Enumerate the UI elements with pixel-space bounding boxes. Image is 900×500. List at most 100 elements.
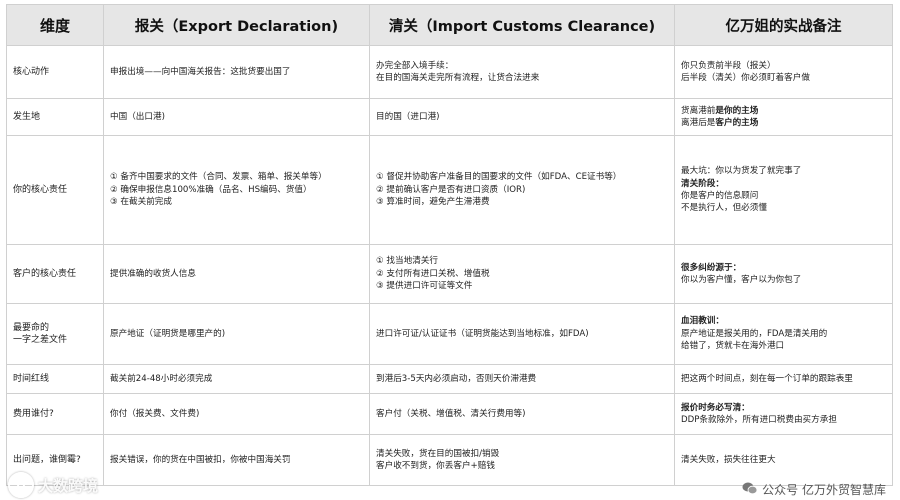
- notes-cell: 最大坑：你以为货发了就完事了 清关阶段： 你是客户的信息顾问 不是执行人，但必须懂: [674, 135, 893, 245]
- import-cell: 进口许可证/认证证书（证明货能达到当地标准，如FDA): [369, 303, 675, 365]
- notes-line: 原产地证是报关用的，FDA是清关用的: [681, 328, 886, 340]
- notes-line: 你是客户的信息顾问: [681, 190, 886, 202]
- export-cell: 提供准确的收货人信息: [103, 244, 370, 304]
- row-label: 客户的核心责任: [6, 244, 104, 304]
- notes-line: 清关阶段：: [681, 178, 886, 190]
- row-label: 最要命的一字之差文件: [6, 303, 104, 365]
- notes-cell: 血泪教训： 原产地证是报关用的，FDA是清关用的 给错了，货就卡在海外港口: [674, 303, 893, 365]
- table-row: 核心动作 申报出境——向中国海关报告：这批货要出国了 办完全部入境手续： 在目的国海关…: [6, 45, 893, 99]
- row-label: 费用谁付?: [6, 393, 104, 435]
- notes-text: 清关失败，损失往往更大: [681, 454, 776, 465]
- row-label: 发生地: [6, 98, 104, 136]
- notes-line: 给错了，货就卡在海外港口: [681, 340, 886, 352]
- header-import: 清关（Import Customs Clearance): [369, 4, 675, 46]
- export-cell: 你付（报关费、文件费): [103, 393, 370, 435]
- notes-text: 离港后是: [681, 118, 716, 128]
- table-row: 时间红线 截关前24-48小时必须完成 到港后3-5天内必须启动，否则天价滞港费 把这…: [6, 364, 893, 394]
- notes-line: 血泪教训：: [681, 315, 886, 327]
- table-row: 最要命的 一字之差文件 原产地证（证明货是哪里产的) 进口许可证/认证证书（证明货能达…: [6, 303, 893, 365]
- row-label-line: 最要命的: [13, 322, 50, 333]
- import-line: ① 找当地清关行: [376, 256, 438, 267]
- import-line: 到港后3-5天内必须启动，否则天价滞港费: [376, 373, 537, 384]
- notes-line: 把这两个时间点，刻在每一个订单的跟踪表里: [681, 373, 886, 385]
- notes-text: 血泪教训：: [681, 316, 724, 327]
- notes-cell: 把这两个时间点，刻在每一个订单的跟踪表里: [674, 364, 893, 394]
- notes-text: 不是执行人，但必须懂: [681, 203, 767, 214]
- watermark-left-text: 大数跨境: [38, 476, 99, 495]
- import-line: 目的国（进口港): [376, 111, 440, 122]
- notes-cell: 很多纠纷源于： 你以为客户懂，客户以为你包了: [674, 244, 893, 304]
- notes-text: 报价时务必写清：: [681, 402, 750, 413]
- import-line: ② 支付所有进口关税、增值税: [376, 268, 490, 279]
- notes-line: 很多纠纷源于：: [681, 262, 886, 274]
- notes-line: 货离港前是你的主场: [681, 105, 886, 117]
- import-cell: ① 督促并协助客户准备目的国要求的文件（如FDA、CE证书等） ② 提前确认客户是…: [369, 135, 675, 245]
- table-row: 出问题，谁倒霉? 报关错误，你的货在中国被扣，你被中国海关罚 清关失败，货在目的国被…: [6, 434, 893, 486]
- row-label-line: 一字之差文件: [13, 335, 68, 345]
- import-cell: 目的国（进口港): [369, 98, 675, 136]
- notes-text: 后半段（清关）你必须盯着客户做: [681, 73, 810, 83]
- watermark-left: 大数跨境: [8, 472, 98, 498]
- notes-text: 你以为客户懂，客户以为你包了: [681, 275, 802, 285]
- export-cell: 原产地证（证明货是哪里产的): [103, 303, 370, 365]
- export-line: ③ 在截关前完成: [110, 197, 172, 208]
- import-cell: 客户付（关税、增值税、清关行费用等): [369, 393, 675, 435]
- comparison-table: 维度 报关（Export Declaration) 清关（Import Cust…: [6, 4, 893, 486]
- import-line: 客户收不到货，你丢客户+赔钱: [376, 461, 495, 471]
- import-line: 清关失败，货在目的国被扣/销毁: [376, 448, 500, 459]
- export-line: 报关错误，你的货在中国被扣，你被中国海关罚: [110, 454, 291, 465]
- import-line: ① 督促并协助客户准备目的国要求的文件（如FDA、CE证书等）: [376, 172, 622, 183]
- brand-circle-icon: [8, 472, 34, 498]
- export-cell: 截关前24-48小时必须完成: [103, 364, 370, 394]
- wechat-icon: [742, 482, 758, 498]
- import-cell: 清关失败，货在目的国被扣/销毁 客户收不到货，你丢客户+赔钱: [369, 434, 675, 486]
- notes-text: 你是客户的信息顾问: [681, 191, 759, 201]
- notes-line: 最大坑：你以为货发了就完事了: [681, 165, 886, 177]
- import-line: ② 提前确认客户是否有进口资质（IOR): [376, 184, 526, 195]
- notes-line: 你以为客户懂，客户以为你包了: [681, 274, 886, 286]
- notes-cell: 清关失败，损失往往更大: [674, 434, 893, 486]
- export-cell: 中国（出口港): [103, 98, 370, 136]
- row-label: 核心动作: [6, 45, 104, 99]
- export-cell: 报关错误，你的货在中国被扣，你被中国海关罚: [103, 434, 370, 486]
- notes-cell: 报价时务必写清： DDP条款除外，所有进口税费由买方承担: [674, 393, 893, 435]
- export-line: 申报出境——向中国海关报告：这批货要出国了: [110, 66, 291, 77]
- table-row: 费用谁付? 你付（报关费、文件费) 客户付（关税、增值税、清关行费用等) 报价时务必写…: [6, 393, 893, 435]
- row-label: 你的核心责任: [6, 135, 104, 245]
- watermark-right-text: 公众号 亿万外贸智慧库: [762, 483, 886, 497]
- notes-text: 最大坑：你以为货发了就完事了: [681, 166, 802, 177]
- notes-line: 离港后是客户的主场: [681, 117, 886, 129]
- table-row: 客户的核心责任 提供准确的收货人信息 ① 找当地清关行 ② 支付所有进口关税、增值税 ③…: [6, 244, 893, 304]
- notes-line: 你只负责前半段（报关）: [681, 60, 886, 72]
- export-line: 截关前24-48小时必须完成: [110, 373, 213, 384]
- watermark-right: 公众号 亿万外贸智慧库: [742, 481, 886, 498]
- notes-text: 清关阶段：: [681, 178, 724, 189]
- notes-text: 货离港前: [681, 105, 716, 116]
- import-cell: ① 找当地清关行 ② 支付所有进口关税、增值税 ③ 提供进口许可证等文件: [369, 244, 675, 304]
- notes-line: DDP条款除外，所有进口税费由买方承担: [681, 414, 886, 426]
- export-line: 原产地证（证明货是哪里产的): [110, 328, 226, 339]
- import-cell: 到港后3-5天内必须启动，否则天价滞港费: [369, 364, 675, 394]
- header-row: 维度 报关（Export Declaration) 清关（Import Cust…: [6, 4, 893, 46]
- row-label: 时间红线: [6, 364, 104, 394]
- header-dimension: 维度: [6, 4, 104, 46]
- notes-line: 报价时务必写清：: [681, 402, 886, 414]
- import-line: ③ 提供进口许可证等文件: [376, 281, 473, 292]
- notes-emphasis: 是你的主场: [715, 105, 759, 116]
- export-line: 你付（报关费、文件费): [110, 408, 200, 419]
- notes-cell: 你只负责前半段（报关） 后半段（清关）你必须盯着客户做: [674, 45, 893, 99]
- notes-line: 清关失败，损失往往更大: [681, 454, 886, 466]
- notes-text: 很多纠纷源于：: [681, 262, 742, 273]
- notes-text: 把这两个时间点，刻在每一个订单的跟踪表里: [681, 373, 853, 384]
- export-cell: 申报出境——向中国海关报告：这批货要出国了: [103, 45, 370, 99]
- import-cell: 办完全部入境手续： 在目的国海关走完所有流程，让货合法进来: [369, 45, 675, 99]
- import-line: ③ 算准时间，避免产生滞港费: [376, 197, 490, 208]
- import-line: 在目的国海关走完所有流程，让货合法进来: [376, 73, 540, 83]
- notes-text: 给错了，货就卡在海外港口: [681, 341, 785, 352]
- notes-text: 原产地证是报关用的，FDA是清关用的: [681, 328, 828, 339]
- import-line: 客户付（关税、增值税、清关行费用等): [376, 408, 526, 419]
- export-cell: ① 备齐中国要求的文件（合同、发票、箱单、报关单等） ② 确保申报信息100%准确…: [103, 135, 370, 245]
- export-line: ① 备齐中国要求的文件（合同、发票、箱单、报关单等）: [110, 172, 327, 183]
- export-line: 提供准确的收货人信息: [110, 268, 196, 279]
- export-line: 中国（出口港): [110, 111, 165, 122]
